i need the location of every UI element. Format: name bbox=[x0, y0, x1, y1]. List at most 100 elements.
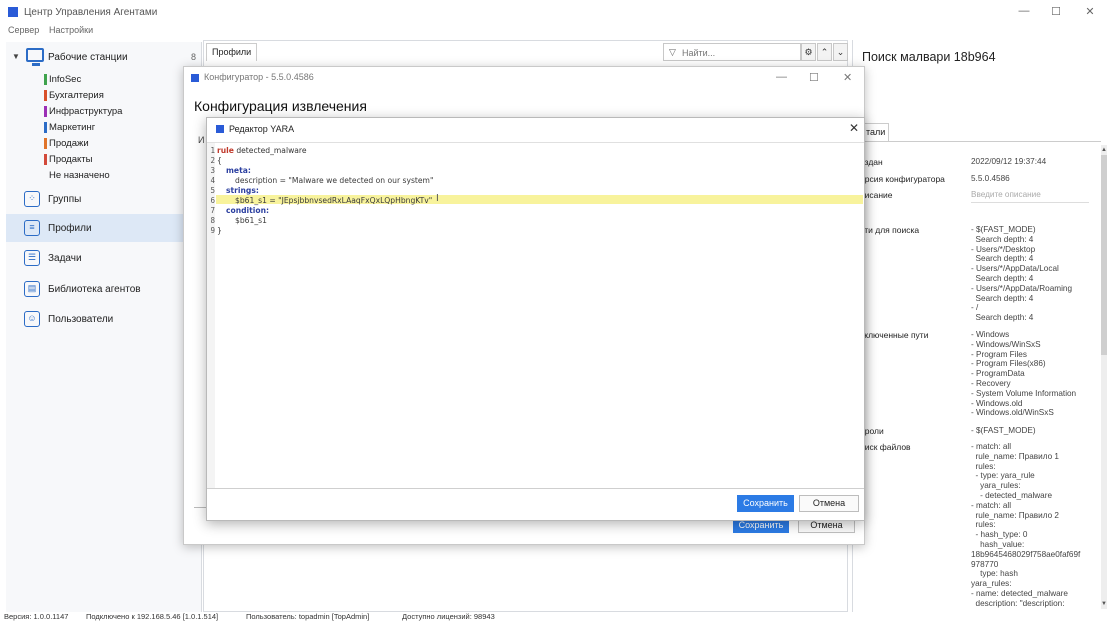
group-label: Продакты bbox=[49, 154, 93, 165]
dialog-title: Редактор YARA bbox=[229, 124, 295, 134]
tab-details[interactable]: тали bbox=[863, 123, 889, 141]
sidebar-item-label: Профили bbox=[48, 223, 92, 234]
group-color-marker bbox=[44, 106, 47, 117]
app-icon bbox=[216, 125, 224, 133]
status-connection: Подключено к 192.168.5.46 [1.0.1.514] bbox=[86, 612, 219, 621]
details-scrollbar[interactable]: ▲ ▼ bbox=[1101, 145, 1107, 609]
sidebar-item-agent-library[interactable]: ▤ Библиотека агентов bbox=[6, 275, 202, 303]
yara-save-button[interactable]: Сохранить bbox=[737, 495, 794, 512]
chevron-down-icon[interactable]: ▼ bbox=[12, 52, 20, 61]
status-bar: Версия: 1.0.0.1147 Подключено к 192.168.… bbox=[0, 612, 1107, 623]
scroll-down-icon[interactable]: ▼ bbox=[1101, 601, 1107, 607]
group-color-marker bbox=[44, 90, 47, 101]
chevron-down-icon: ⌄ bbox=[836, 47, 845, 57]
prop-value-search-paths: - $(FAST_MODE) Search depth: 4 - Users/*… bbox=[971, 225, 1073, 323]
window-titlebar: Центр Управления Агентами — ☐ ✕ bbox=[0, 0, 1107, 24]
sidebar-item-label: Рабочие станции bbox=[48, 52, 128, 63]
sidebar: ▼ Рабочие станции 8 InfoSec Бухгалтерия … bbox=[6, 42, 202, 612]
search-input[interactable] bbox=[682, 46, 792, 59]
code-line-2: { bbox=[217, 156, 222, 165]
scroll-up-icon[interactable]: ▲ bbox=[1101, 147, 1107, 153]
code-line-3: meta: bbox=[226, 166, 251, 175]
close-icon[interactable]: ✕ bbox=[843, 71, 852, 84]
tasks-icon: ☰ bbox=[24, 250, 40, 266]
users-icon: ☺ bbox=[24, 311, 40, 327]
sidebar-item-profiles[interactable]: ≡ Профили bbox=[6, 214, 202, 242]
line-number: 2 bbox=[210, 156, 215, 165]
code-line-8: $b61_s1 bbox=[235, 216, 267, 225]
yara-code-editor[interactable]: 1 2 3 4 5 6 7 8 9 rule detected_malware … bbox=[207, 142, 864, 489]
scrollbar-thumb[interactable] bbox=[1101, 155, 1107, 355]
prop-value-created: 2022/09/12 19:37:44 bbox=[971, 157, 1047, 166]
minimize-icon[interactable]: — bbox=[776, 71, 787, 83]
group-label: Продажи bbox=[49, 138, 89, 149]
sort-down-button[interactable]: ⌄ bbox=[833, 43, 848, 61]
line-number: 7 bbox=[210, 206, 215, 215]
prop-value-file-search: - match: all rule_name: Правило 1 rules:… bbox=[971, 442, 1081, 608]
maximize-icon[interactable]: ☐ bbox=[809, 71, 819, 84]
chevron-up-icon: ⌃ bbox=[820, 47, 829, 57]
gear-icon: ⚙ bbox=[804, 47, 813, 57]
rule-name: detected_malware bbox=[233, 146, 307, 155]
line-number: 4 bbox=[210, 176, 215, 185]
prop-label-search-paths: ути для поиска bbox=[860, 225, 920, 235]
sidebar-item-tasks[interactable]: ☰ Задачи bbox=[6, 244, 202, 272]
prop-value-configurator-version: 5.5.0.4586 bbox=[971, 174, 1010, 183]
line-number: 9 bbox=[210, 226, 215, 235]
code-line-1: rule detected_malware bbox=[217, 146, 307, 155]
settings-gear-button[interactable]: ⚙ bbox=[801, 43, 816, 61]
group-label: Не назначено bbox=[49, 170, 110, 181]
app-icon bbox=[8, 7, 18, 17]
description-input[interactable]: Введите описание bbox=[971, 190, 1041, 200]
line-number: 5 bbox=[210, 186, 215, 195]
agent-library-icon: ▤ bbox=[24, 281, 40, 297]
tab-profiles[interactable]: Профили bbox=[206, 43, 258, 61]
group-color-marker bbox=[44, 154, 47, 165]
sidebar-item-label: Пользователи bbox=[48, 314, 114, 325]
prop-label-excluded-paths: сключенные пути bbox=[860, 330, 929, 340]
field-label-stub: И bbox=[198, 135, 205, 145]
monitor-icon bbox=[26, 48, 44, 66]
code-line-4: description = "Malware we detected on ou… bbox=[235, 176, 434, 185]
app-icon bbox=[191, 74, 199, 82]
keyword-rule: rule bbox=[217, 146, 234, 155]
group-color-marker bbox=[44, 74, 47, 85]
menu-server[interactable]: Сервер bbox=[8, 25, 39, 35]
sidebar-item-workstations[interactable]: ▼ Рабочие станции 8 bbox=[6, 46, 202, 68]
status-licenses: Доступно лицензий: 98943 bbox=[402, 612, 495, 621]
line-number: 6 bbox=[210, 196, 215, 205]
sort-up-button[interactable]: ⌃ bbox=[817, 43, 832, 61]
description-underline bbox=[971, 202, 1089, 203]
group-label: Маркетинг bbox=[49, 122, 96, 133]
profiles-icon: ≡ bbox=[24, 220, 40, 236]
group-color-marker bbox=[44, 138, 47, 149]
text-cursor-icon: I bbox=[436, 193, 439, 204]
details-body: оздан 2022/09/12 19:37:44 ерсия конфигур… bbox=[853, 141, 1101, 611]
prop-value-passwords: - $(FAST_MODE) bbox=[971, 426, 1036, 435]
profile-details-panel: Поиск малвари 18b964 тали оздан 2022/09/… bbox=[852, 40, 1107, 612]
status-version: Версия: 1.0.0.1147 bbox=[4, 612, 69, 621]
code-line-6: $b61_s1 = "JEpsjbbnvsedRxLAaqFxQxLQpHbng… bbox=[235, 196, 433, 205]
close-icon[interactable]: ✕ bbox=[1083, 5, 1097, 18]
window-title: Центр Управления Агентами bbox=[24, 7, 158, 18]
line-number: 1 bbox=[210, 146, 215, 155]
dialog-heading: Конфигурация извлечения bbox=[194, 98, 367, 114]
sidebar-item-label: Задачи bbox=[48, 253, 82, 264]
search-box[interactable]: ▽ bbox=[663, 43, 801, 61]
group-label: InfoSec bbox=[49, 74, 82, 85]
profile-title: Поиск малвари 18b964 bbox=[862, 50, 996, 64]
group-label: Инфраструктура bbox=[49, 106, 123, 117]
sidebar-item-users[interactable]: ☺ Пользователи bbox=[6, 305, 202, 333]
yara-editor-dialog: Редактор YARA ✕ 1 2 3 4 5 6 7 8 9 rule d… bbox=[206, 117, 865, 521]
prop-value-excluded-paths: - Windows - Windows/WinSxS - Program Fil… bbox=[971, 330, 1077, 418]
prop-label-configurator-version: ерсия конфигуратора bbox=[860, 174, 945, 184]
yara-cancel-button[interactable]: Отмена bbox=[799, 495, 859, 512]
group-label: Бухгалтерия bbox=[49, 90, 104, 101]
menu-settings[interactable]: Настройки bbox=[49, 25, 93, 35]
code-line-9: } bbox=[217, 226, 222, 235]
sidebar-item-label: Библиотека агентов bbox=[48, 284, 141, 295]
minimize-icon[interactable]: — bbox=[1017, 5, 1031, 17]
sidebar-item-groups[interactable]: ⁘ Группы bbox=[6, 185, 202, 213]
maximize-icon[interactable]: ☐ bbox=[1049, 5, 1063, 18]
close-icon[interactable]: ✕ bbox=[849, 121, 859, 135]
